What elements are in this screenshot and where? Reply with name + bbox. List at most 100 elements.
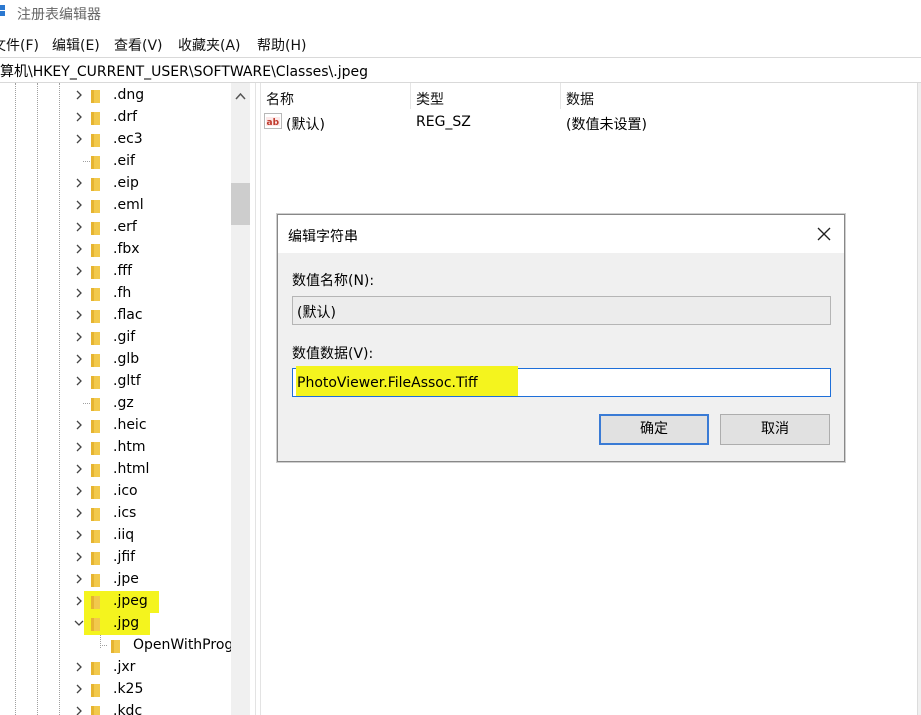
dialog-title-bar[interactable]: 编辑字符串	[278, 215, 844, 253]
title-bar: 注册表编辑器	[0, 0, 921, 28]
dialog-title: 编辑字符串	[288, 229, 358, 245]
chevron-right-icon[interactable]	[74, 266, 84, 276]
tree-connector	[83, 403, 90, 404]
tree-item[interactable]: .jfif	[0, 547, 230, 569]
value-row[interactable]: ab (默认) REG_SZ (数值未设置)	[259, 111, 921, 133]
window-title: 注册表编辑器	[17, 7, 101, 23]
menu-favorites[interactable]: 收藏夹(A)	[178, 35, 241, 55]
menu-file[interactable]: 文件(F)	[0, 35, 39, 55]
tree-item[interactable]: .jpeg	[0, 591, 230, 613]
chevron-right-icon[interactable]	[74, 552, 84, 562]
column-header-name[interactable]: 名称	[266, 89, 294, 109]
chevron-right-icon[interactable]	[74, 288, 84, 298]
folder-icon	[90, 110, 104, 126]
tree-item[interactable]: .fbx	[0, 239, 230, 261]
tree-item[interactable]: .ico	[0, 481, 230, 503]
column-divider[interactable]	[560, 83, 561, 109]
tree-item[interactable]: .htm	[0, 437, 230, 459]
string-value-icon: ab	[264, 113, 282, 129]
chevron-right-icon[interactable]	[74, 530, 84, 540]
tree-item[interactable]: .erf	[0, 217, 230, 239]
cancel-button[interactable]: 取消	[720, 414, 830, 445]
tree-item[interactable]: .gltf	[0, 371, 230, 393]
chevron-right-icon[interactable]	[74, 332, 84, 342]
tree-item[interactable]: .ics	[0, 503, 230, 525]
tree-item[interactable]: .fff	[0, 261, 230, 283]
chevron-right-icon[interactable]	[74, 222, 84, 232]
tree-item[interactable]: OpenWithProgids	[0, 635, 250, 657]
chevron-right-icon[interactable]	[74, 486, 84, 496]
tree-item[interactable]: .flac	[0, 305, 230, 327]
chevron-right-icon[interactable]	[74, 574, 84, 584]
chevron-right-icon[interactable]	[74, 112, 84, 122]
chevron-right-icon[interactable]	[74, 464, 84, 474]
chevron-right-icon[interactable]	[74, 442, 84, 452]
chevron-right-icon[interactable]	[74, 244, 84, 254]
tree-item[interactable]: .heic	[0, 415, 230, 437]
chevron-right-icon[interactable]	[74, 178, 84, 188]
column-divider[interactable]	[410, 83, 411, 109]
tree-item[interactable]: .jxr	[0, 657, 230, 679]
folder-icon	[90, 176, 104, 192]
folder-icon	[90, 418, 104, 434]
tree-item[interactable]: .jpg	[0, 613, 230, 635]
value-data-input-text[interactable]: PhotoViewer.FileAssoc.Tiff	[297, 375, 478, 391]
tree-item[interactable]: .dng	[0, 85, 230, 107]
tree-item[interactable]: .eip	[0, 173, 230, 195]
tree-item-label: .fff	[113, 263, 133, 279]
chevron-down-icon[interactable]	[74, 618, 84, 628]
column-header-data[interactable]: 数据	[566, 89, 594, 109]
tree-item[interactable]: .eif	[0, 151, 230, 173]
folder-icon	[90, 616, 104, 632]
scroll-up-icon[interactable]	[235, 88, 246, 100]
chevron-right-icon[interactable]	[74, 134, 84, 144]
chevron-right-icon[interactable]	[74, 376, 84, 386]
menu-edit[interactable]: 编辑(E)	[52, 35, 100, 55]
tree-item-label: .jxr	[113, 659, 136, 675]
tree-item[interactable]: .k25	[0, 679, 230, 701]
chevron-right-icon[interactable]	[74, 200, 84, 210]
chevron-right-icon[interactable]	[74, 508, 84, 518]
tree-item[interactable]: .fh	[0, 283, 230, 305]
ok-button[interactable]: 确定	[599, 414, 709, 445]
chevron-right-icon[interactable]	[74, 354, 84, 364]
tree-item[interactable]: .iiq	[0, 525, 230, 547]
folder-icon	[110, 638, 124, 654]
address-bar[interactable]: 计算机\HKEY_CURRENT_USER\SOFTWARE\Classes\.…	[0, 57, 921, 83]
menu-help[interactable]: 帮助(H)	[257, 35, 306, 55]
chevron-right-icon[interactable]	[74, 420, 84, 430]
list-scrollbar[interactable]	[917, 83, 921, 715]
chevron-right-icon[interactable]	[74, 90, 84, 100]
menu-view[interactable]: 查看(V)	[114, 35, 163, 55]
folder-icon	[90, 660, 104, 676]
tree-item-label: .iiq	[113, 527, 135, 543]
tree-item[interactable]: .gz	[0, 393, 230, 415]
tree-item-label: .jpe	[113, 571, 139, 587]
scroll-thumb[interactable]	[231, 183, 250, 225]
chevron-right-icon[interactable]	[74, 706, 84, 715]
folder-icon	[90, 220, 104, 236]
tree-scrollbar[interactable]	[231, 83, 250, 715]
tree-item[interactable]: .ec3	[0, 129, 230, 151]
tree-item-label: .gz	[113, 395, 134, 411]
chevron-right-icon[interactable]	[74, 596, 84, 606]
tree-item[interactable]: .html	[0, 459, 230, 481]
folder-icon	[90, 462, 104, 478]
key-tree[interactable]: .dng .drf .ec3 .eif .eip .eml .erf .fbx .fff .fh.…	[0, 83, 250, 715]
tree-item[interactable]: .kdc	[0, 701, 230, 715]
tree-item[interactable]: .glb	[0, 349, 230, 371]
tree-connector	[83, 161, 90, 162]
address-path[interactable]: 计算机\HKEY_CURRENT_USER\SOFTWARE\Classes\.…	[0, 61, 368, 81]
folder-icon	[90, 594, 104, 610]
tree-item[interactable]: .drf	[0, 107, 230, 129]
value-data-input[interactable]: PhotoViewer.FileAssoc.Tiff	[292, 366, 831, 397]
folder-icon	[90, 242, 104, 258]
close-icon[interactable]	[814, 224, 834, 244]
tree-item[interactable]: .eml	[0, 195, 230, 217]
column-header-type[interactable]: 类型	[416, 89, 444, 109]
tree-item[interactable]: .jpe	[0, 569, 230, 591]
chevron-right-icon[interactable]	[74, 662, 84, 672]
tree-item[interactable]: .gif	[0, 327, 230, 349]
chevron-right-icon[interactable]	[74, 684, 84, 694]
chevron-right-icon[interactable]	[74, 310, 84, 320]
